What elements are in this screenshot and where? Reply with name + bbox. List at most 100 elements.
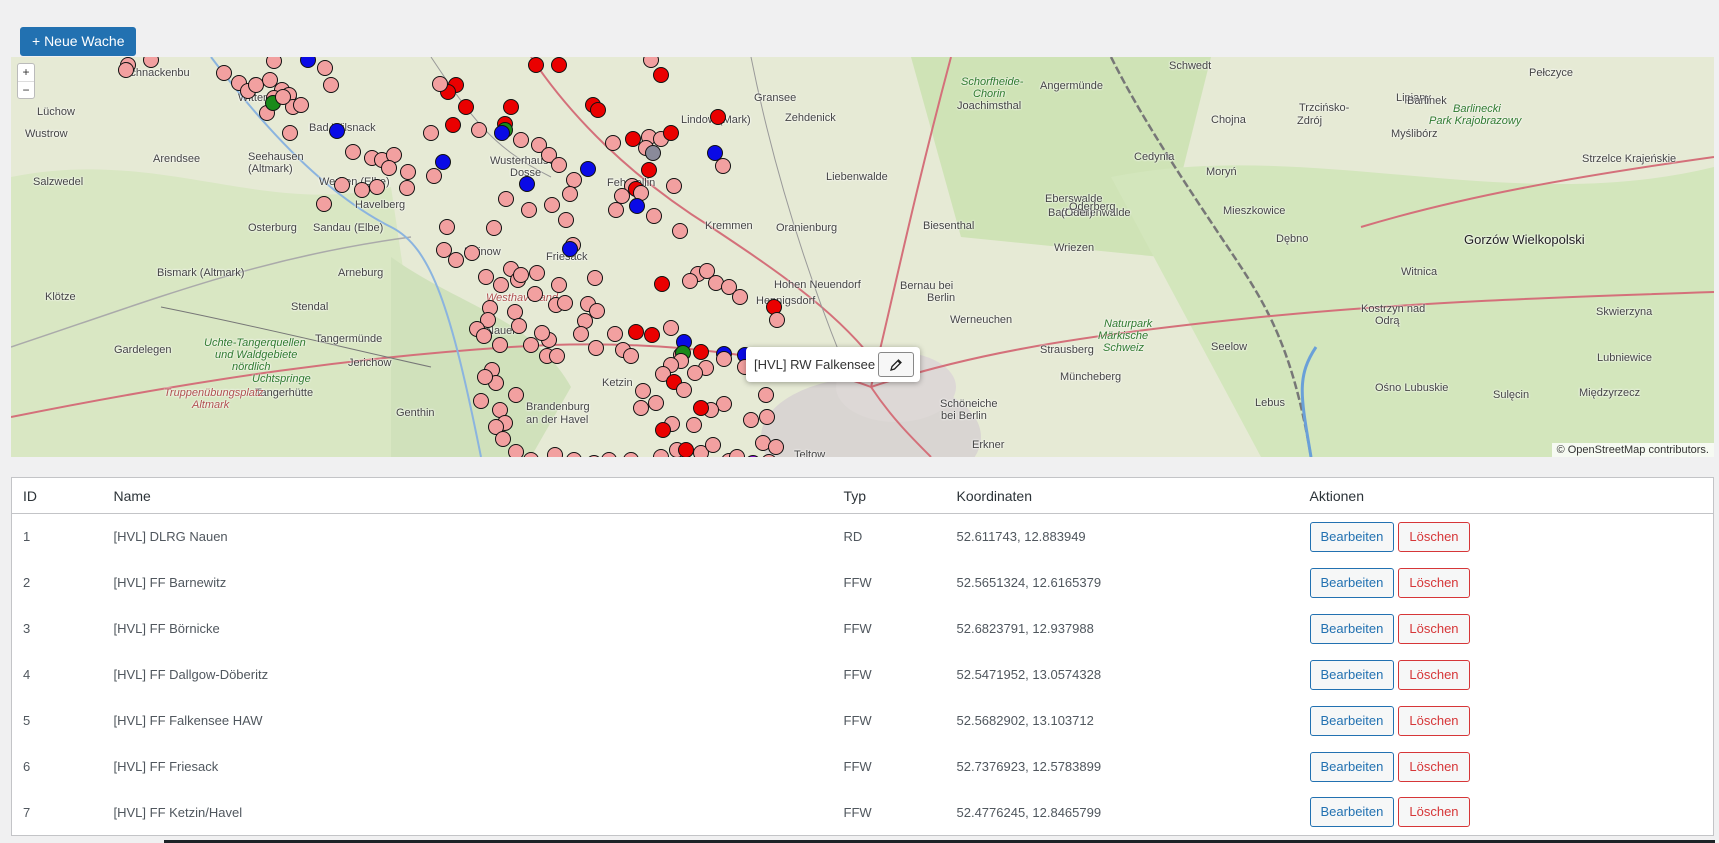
station-marker[interactable] — [435, 154, 451, 170]
station-marker[interactable] — [588, 340, 604, 356]
station-marker[interactable] — [473, 393, 489, 409]
station-marker[interactable] — [399, 180, 415, 196]
zoom-in-button[interactable]: + — [18, 64, 34, 81]
station-marker[interactable] — [633, 400, 649, 416]
station-marker[interactable] — [495, 431, 511, 447]
station-marker[interactable] — [663, 125, 679, 141]
delete-button[interactable]: Löschen — [1398, 659, 1470, 690]
station-marker[interactable] — [458, 99, 474, 115]
station-marker[interactable] — [432, 76, 448, 92]
station-marker[interactable] — [672, 223, 688, 239]
station-marker[interactable] — [551, 277, 567, 293]
station-marker[interactable] — [527, 286, 543, 302]
station-marker[interactable] — [562, 241, 578, 257]
station-marker[interactable] — [759, 409, 775, 425]
station-marker[interactable] — [426, 168, 442, 184]
station-marker[interactable] — [216, 65, 232, 81]
station-marker[interactable] — [369, 179, 385, 195]
station-marker[interactable] — [464, 245, 480, 261]
station-marker[interactable] — [275, 89, 291, 105]
station-marker[interactable] — [354, 182, 370, 198]
edit-button[interactable]: Bearbeiten — [1309, 613, 1395, 644]
edit-button[interactable]: Bearbeiten — [1309, 567, 1395, 598]
station-marker[interactable] — [687, 365, 703, 381]
popup-edit-button[interactable] — [878, 352, 914, 377]
station-marker[interactable] — [316, 196, 332, 212]
station-marker[interactable] — [492, 337, 508, 353]
delete-button[interactable]: Löschen — [1398, 751, 1470, 782]
station-marker[interactable] — [503, 99, 519, 115]
station-marker[interactable] — [654, 276, 670, 292]
station-marker[interactable] — [478, 269, 494, 285]
station-marker[interactable] — [646, 208, 662, 224]
station-marker[interactable] — [529, 265, 545, 281]
edit-button[interactable]: Bearbeiten — [1309, 521, 1395, 552]
edit-button[interactable]: Bearbeiten — [1309, 751, 1395, 782]
station-marker[interactable] — [557, 295, 573, 311]
station-marker[interactable] — [476, 328, 492, 344]
station-marker[interactable] — [282, 125, 298, 141]
station-marker[interactable] — [614, 188, 630, 204]
station-marker[interactable] — [607, 326, 623, 342]
station-marker[interactable] — [693, 344, 709, 360]
station-marker[interactable] — [477, 369, 493, 385]
station-marker[interactable] — [623, 348, 639, 364]
station-marker[interactable] — [648, 395, 664, 411]
station-marker[interactable] — [471, 122, 487, 138]
station-marker[interactable] — [758, 387, 774, 403]
station-marker[interactable] — [768, 439, 784, 455]
station-marker[interactable] — [317, 60, 333, 76]
delete-button[interactable]: Löschen — [1398, 613, 1470, 644]
station-marker[interactable] — [641, 162, 657, 178]
station-marker[interactable] — [493, 277, 509, 293]
station-marker[interactable] — [528, 57, 544, 73]
station-marker[interactable] — [645, 145, 661, 161]
delete-button[interactable]: Löschen — [1398, 797, 1470, 828]
station-marker[interactable] — [587, 270, 603, 286]
station-marker[interactable] — [743, 412, 759, 428]
station-marker[interactable] — [628, 324, 644, 340]
station-marker[interactable] — [423, 125, 439, 141]
station-marker[interactable] — [653, 67, 669, 83]
station-marker[interactable] — [769, 312, 785, 328]
station-marker[interactable] — [605, 135, 621, 151]
station-marker[interactable] — [608, 202, 624, 218]
station-marker[interactable] — [635, 383, 651, 399]
delete-button[interactable]: Löschen — [1398, 521, 1470, 552]
station-marker[interactable] — [666, 178, 682, 194]
edit-button[interactable]: Bearbeiten — [1309, 705, 1395, 736]
station-marker[interactable] — [549, 348, 565, 364]
station-marker[interactable] — [551, 157, 567, 173]
station-marker[interactable] — [293, 97, 309, 113]
station-marker[interactable] — [508, 387, 524, 403]
station-marker[interactable] — [513, 132, 529, 148]
station-marker[interactable] — [676, 382, 692, 398]
station-marker[interactable] — [400, 164, 416, 180]
station-marker[interactable] — [693, 400, 709, 416]
delete-button[interactable]: Löschen — [1398, 705, 1470, 736]
station-marker[interactable] — [562, 186, 578, 202]
station-marker[interactable] — [521, 202, 537, 218]
station-marker[interactable] — [573, 326, 589, 342]
station-marker[interactable] — [486, 220, 502, 236]
station-marker[interactable] — [686, 417, 702, 433]
station-marker[interactable] — [663, 320, 679, 336]
station-marker[interactable] — [334, 177, 350, 193]
station-marker[interactable] — [323, 77, 339, 93]
station-marker[interactable] — [445, 117, 461, 133]
station-marker[interactable] — [678, 442, 694, 457]
station-marker[interactable] — [498, 191, 514, 207]
station-marker[interactable] — [655, 422, 671, 438]
station-marker[interactable] — [551, 57, 567, 73]
station-marker[interactable] — [580, 161, 596, 177]
station-marker[interactable] — [439, 219, 455, 235]
edit-button[interactable]: Bearbeiten — [1309, 797, 1395, 828]
station-marker[interactable] — [732, 289, 748, 305]
station-marker[interactable] — [705, 437, 721, 453]
station-marker[interactable] — [547, 447, 563, 457]
station-marker[interactable] — [644, 327, 660, 343]
delete-button[interactable]: Löschen — [1398, 567, 1470, 598]
station-marker[interactable] — [716, 351, 732, 367]
edit-button[interactable]: Bearbeiten — [1309, 659, 1395, 690]
station-marker[interactable] — [329, 123, 345, 139]
